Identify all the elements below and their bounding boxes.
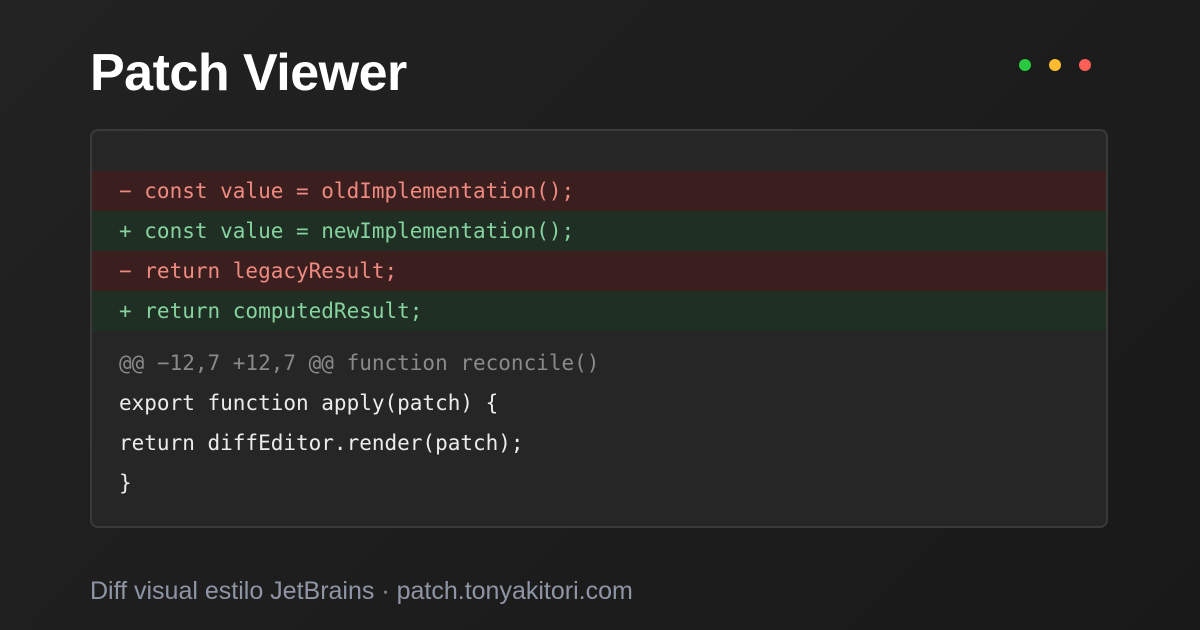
window-controls: [1019, 59, 1091, 71]
page-title: Patch Viewer: [90, 44, 407, 102]
diff-lines: − const value = oldImplementation(); + c…: [92, 171, 1106, 331]
diff-line-added: + const value = newImplementation();: [92, 211, 1106, 251]
context-line: }: [119, 471, 132, 495]
footer-caption: Diff visual estilo JetBrains · patch.ton…: [90, 577, 633, 605]
context-lines: @@ −12,7 +12,7 @@ function reconcile() e…: [92, 343, 1106, 503]
context-line: return diffEditor.render(patch);: [119, 431, 524, 455]
green-dot-icon: [1019, 59, 1031, 71]
red-dot-icon: [1079, 59, 1091, 71]
diff-line-removed: − return legacyResult;: [92, 251, 1106, 291]
diff-panel: − const value = oldImplementation(); + c…: [90, 129, 1108, 528]
context-line: export function apply(patch) {: [119, 391, 499, 415]
diff-line-added: + return computedResult;: [92, 291, 1106, 331]
hunk-header: @@ −12,7 +12,7 @@ function reconcile(): [119, 351, 600, 375]
diff-line-removed: − const value = oldImplementation();: [92, 171, 1106, 211]
yellow-dot-icon: [1049, 59, 1061, 71]
